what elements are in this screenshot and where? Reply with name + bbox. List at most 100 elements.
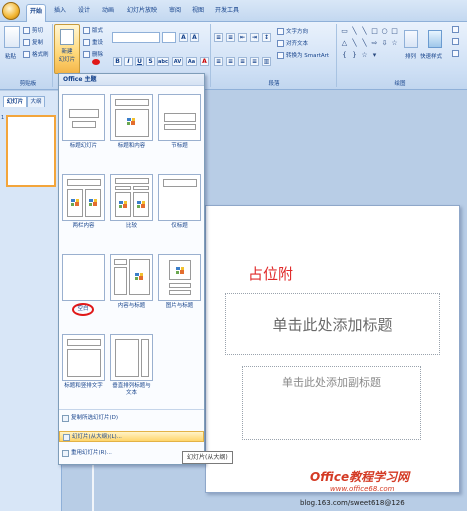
paste-button[interactable]: 粘贴: [5, 52, 16, 60]
layout-title-vertical-text[interactable]: 标题和竖排文字: [62, 334, 105, 390]
copy-button[interactable]: 复制: [23, 38, 43, 46]
layout-vertical-title-text[interactable]: 垂直排列标题与文本: [110, 334, 153, 397]
star-shape-icon[interactable]: ☆: [390, 39, 399, 48]
more-shapes-icon[interactable]: ▾: [370, 51, 379, 60]
line-shape-icon[interactable]: ╲: [360, 27, 369, 36]
line-shape-icon[interactable]: ╲: [360, 39, 369, 48]
tab-slides-pane[interactable]: 幻灯片: [3, 96, 27, 107]
increase-indent-button[interactable]: ⇥: [250, 33, 259, 42]
blog-watermark: blog.163.com/sweet618@126: [300, 499, 405, 507]
change-case-button[interactable]: Aa: [186, 57, 197, 66]
arrow-shape-icon[interactable]: ⇩: [380, 39, 389, 48]
layout-thumb: [62, 254, 105, 301]
underline-button[interactable]: U: [135, 57, 144, 66]
layout-label: 标题和内容: [117, 143, 146, 149]
text-bar: [133, 186, 149, 190]
layout-picture-caption[interactable]: 图片与标题: [158, 254, 201, 310]
layout-comparison[interactable]: 比较: [110, 174, 153, 230]
text-direction-label: 文字方向: [286, 29, 309, 35]
fill-icon: [452, 26, 459, 33]
textbox-shape-icon[interactable]: ▭: [340, 27, 349, 36]
brace-shape-icon[interactable]: }: [350, 51, 359, 60]
arrow-shape-icon[interactable]: ⇨: [370, 39, 379, 48]
font-color-button[interactable]: A: [200, 57, 209, 66]
bold-button[interactable]: B: [113, 57, 122, 66]
oval-shape-icon[interactable]: ○: [380, 27, 389, 36]
reset-button[interactable]: 重设: [83, 38, 103, 46]
tab-design[interactable]: 设计: [74, 4, 94, 18]
tab-slide-show[interactable]: 幻灯片放映: [122, 4, 162, 18]
char-spacing-button[interactable]: AV: [172, 57, 183, 66]
reset-label: 重设: [92, 40, 104, 46]
rect-shape-icon[interactable]: □: [370, 27, 379, 36]
italic-button[interactable]: I: [124, 57, 133, 66]
text-direction-button[interactable]: 文字方向: [277, 27, 308, 35]
shape-effects-button[interactable]: [452, 50, 461, 57]
arrange-button[interactable]: 排列: [405, 52, 416, 60]
layout-section-header[interactable]: 节标题: [158, 94, 201, 150]
layout-label: 比较: [125, 223, 137, 229]
line-shape-icon[interactable]: ╲: [350, 27, 359, 36]
title-placeholder[interactable]: 单击此处添加标题: [225, 293, 440, 355]
quick-styles-button[interactable]: 快速样式: [420, 52, 442, 60]
quick-styles-icon[interactable]: [428, 30, 442, 48]
menu-label: 幻灯片(从大纲)(L)...: [72, 434, 122, 440]
bullets-button[interactable]: ≡: [214, 33, 223, 42]
star-shape-icon[interactable]: ☆: [360, 51, 369, 60]
line-spacing-button[interactable]: ↕: [262, 33, 271, 42]
brace-shape-icon[interactable]: {: [340, 51, 349, 60]
font-name-combo[interactable]: [112, 32, 160, 43]
menu-label: 复制所选幻灯片(D): [71, 415, 119, 421]
slide-thumbnail[interactable]: [6, 115, 56, 187]
format-painter-button[interactable]: 格式刷: [23, 50, 49, 58]
rect-shape-icon[interactable]: □: [390, 27, 399, 36]
layout-button[interactable]: 版式: [83, 26, 103, 34]
strikethrough-button[interactable]: abc: [157, 57, 169, 66]
align-right-button[interactable]: ≡: [238, 57, 247, 66]
tab-home[interactable]: 开始: [26, 4, 46, 22]
layout-blank[interactable]: 空白: [62, 254, 105, 316]
columns-button[interactable]: ▥: [262, 57, 271, 66]
paste-icon[interactable]: [4, 26, 20, 48]
layout-two-content[interactable]: 两栏内容: [62, 174, 105, 230]
tab-developer[interactable]: 开发工具: [210, 4, 244, 18]
triangle-shape-icon[interactable]: △: [340, 39, 349, 48]
align-left-button[interactable]: ≡: [214, 57, 223, 66]
outline-icon: [452, 38, 459, 45]
tab-view[interactable]: 视图: [188, 4, 208, 18]
grow-font-button[interactable]: A: [179, 33, 188, 42]
copy-label: 复制: [32, 40, 44, 46]
new-slide-button[interactable]: 新建 幻灯片: [54, 24, 80, 74]
shrink-font-button[interactable]: A: [190, 33, 199, 42]
menu-duplicate-slide[interactable]: 复制所选幻灯片(D): [59, 413, 204, 424]
convert-smartart-button[interactable]: 转换为 SmartArt: [277, 51, 329, 59]
align-text-icon: [277, 40, 284, 47]
tab-outline-pane[interactable]: 大纲: [27, 96, 45, 107]
arrange-icon[interactable]: [404, 30, 418, 48]
align-center-button[interactable]: ≡: [226, 57, 235, 66]
layout-title-content[interactable]: 标题和内容: [110, 94, 153, 150]
font-size-combo[interactable]: [162, 32, 176, 43]
numbering-button[interactable]: ≡: [226, 33, 235, 42]
layout-content-caption[interactable]: 内容与标题: [110, 254, 153, 310]
shadow-button[interactable]: S: [146, 57, 155, 66]
layout-title-only[interactable]: 仅标题: [158, 174, 201, 230]
cut-button[interactable]: 剪切: [23, 26, 43, 34]
delete-button[interactable]: 删除: [83, 50, 103, 58]
title-bar: [141, 339, 149, 377]
menu-slides-from-outline[interactable]: 幻灯片(从大纲)(L)...: [59, 431, 204, 442]
shape-outline-button[interactable]: [452, 38, 461, 45]
office-button[interactable]: [2, 2, 20, 20]
tab-animations[interactable]: 动画: [98, 4, 118, 18]
decrease-indent-button[interactable]: ⇤: [238, 33, 247, 42]
align-text-button[interactable]: 对齐文本: [277, 39, 308, 47]
new-slide-gallery: Office 主题 标题幻灯片 标题和内容 节标题 两栏内容 比较 仅标题 空白…: [58, 73, 205, 465]
line-shape-icon[interactable]: ╲: [350, 39, 359, 48]
layout-thumb: [110, 94, 153, 141]
shape-fill-button[interactable]: [452, 26, 461, 33]
tab-insert[interactable]: 插入: [50, 4, 70, 18]
layout-title-slide[interactable]: 标题幻灯片: [62, 94, 105, 150]
subtitle-placeholder[interactable]: 单击此处添加副标题: [242, 366, 421, 440]
tab-review[interactable]: 审阅: [164, 4, 186, 18]
justify-button[interactable]: ≡: [250, 57, 259, 66]
